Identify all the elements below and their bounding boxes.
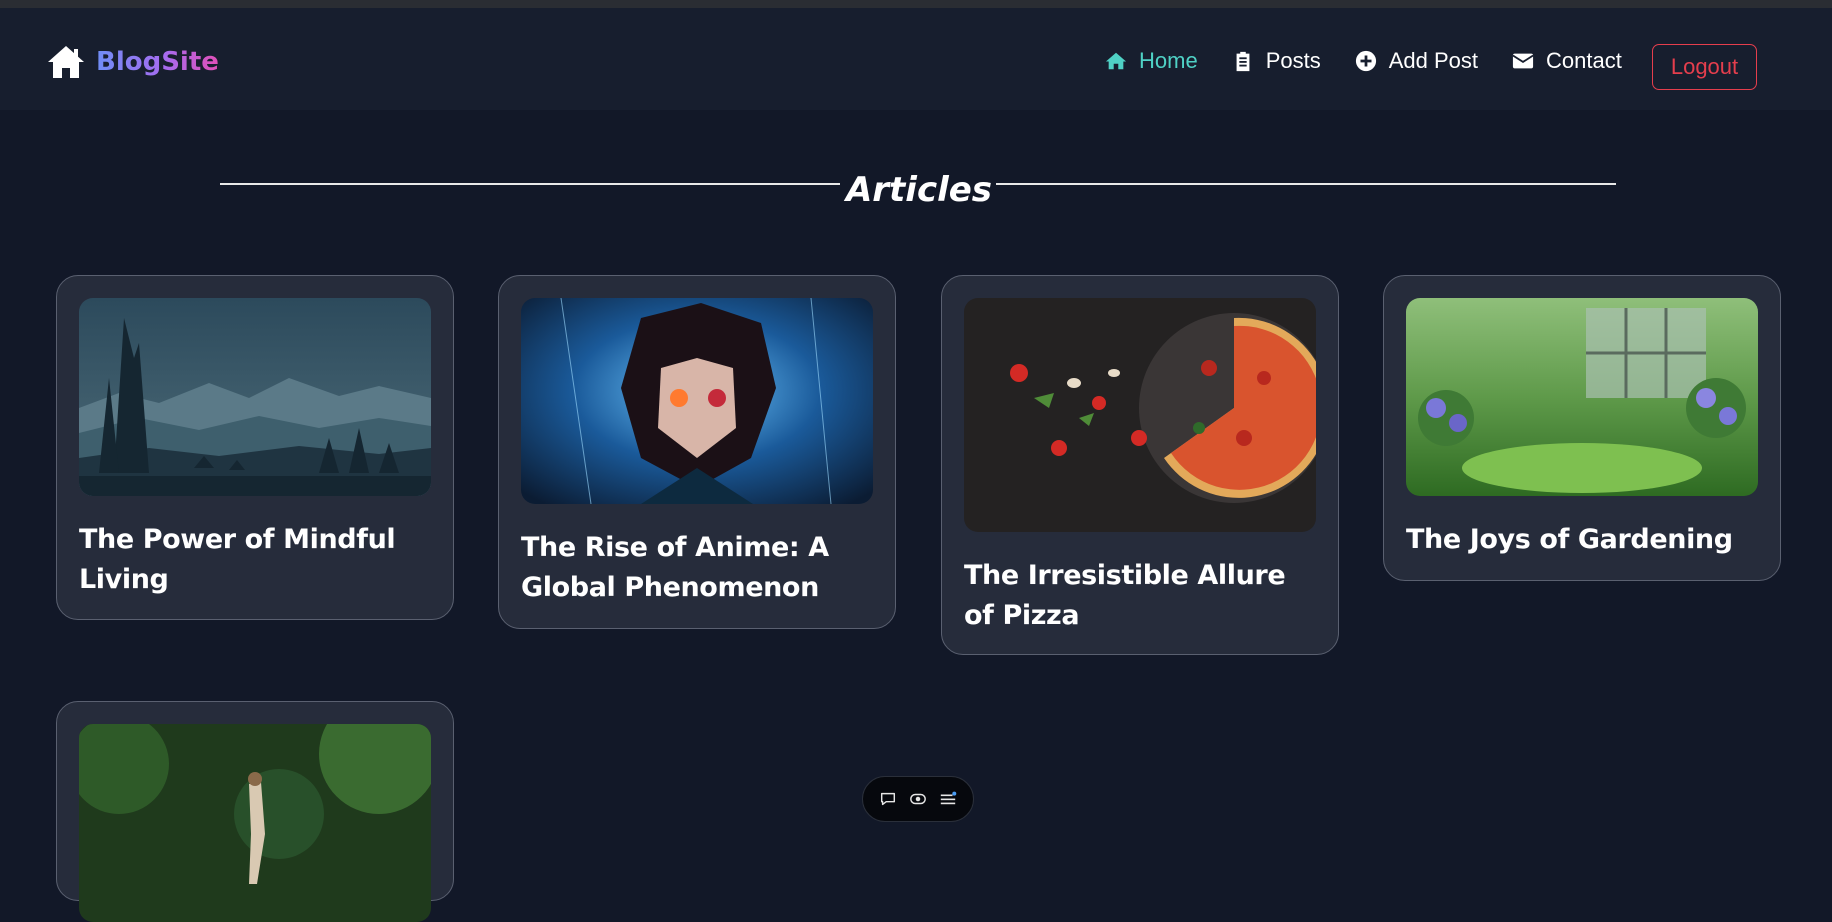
article-card[interactable]: The Power of Mindful Living [56, 275, 454, 620]
heading-divider-right [996, 183, 1616, 185]
brand-name: BlogSite [96, 47, 219, 77]
view-toggle-button[interactable] [907, 788, 929, 810]
forest-walk-image [79, 724, 431, 922]
article-card[interactable]: The Irresistible Allure of Pizza [941, 275, 1339, 655]
menu-icon [940, 791, 957, 805]
nav-label-add-post: Add Post [1388, 48, 1478, 73]
nav-item-posts[interactable]: Posts [1232, 44, 1321, 78]
clipboard-icon [1236, 51, 1250, 72]
anime-character-image [521, 298, 873, 504]
nav-label-contact: Contact [1546, 48, 1622, 73]
garden-image [1406, 298, 1758, 496]
article-title[interactable]: The Power of Mindful Living [79, 520, 431, 600]
nav-item-contact[interactable]: Contact [1512, 44, 1622, 78]
article-card[interactable]: The Joys of Gardening [1383, 275, 1781, 581]
comment-button[interactable] [877, 788, 899, 810]
plus-circle-icon [1355, 50, 1376, 72]
pizza-image [964, 298, 1316, 532]
comment-icon [880, 792, 896, 806]
nav-item-home[interactable]: Home [1105, 44, 1198, 78]
article-image[interactable] [1406, 298, 1758, 496]
article-title[interactable]: The Irresistible Allure of Pizza [964, 556, 1316, 636]
navbar: BlogSite Home Posts Add Post Contact Log… [0, 8, 1832, 110]
menu-button[interactable] [937, 788, 959, 810]
logout-button[interactable]: Logout [1652, 44, 1757, 90]
floating-toolbar [862, 776, 974, 822]
article-image[interactable] [964, 298, 1316, 532]
article-title[interactable]: The Rise of Anime: A Global Phenomenon [521, 528, 873, 608]
nav-label-home: Home [1139, 48, 1198, 73]
home-icon [48, 46, 84, 78]
window-top-strip [0, 0, 1832, 8]
article-card[interactable] [56, 701, 454, 922]
heading-divider-left [220, 183, 840, 185]
article-title[interactable]: The Joys of Gardening [1406, 520, 1758, 560]
article-image[interactable] [79, 724, 431, 922]
mountain-landscape-image [79, 298, 431, 496]
article-image[interactable] [521, 298, 873, 504]
eye-icon [910, 793, 926, 805]
home-icon [1105, 52, 1127, 70]
nav-label-posts: Posts [1265, 48, 1321, 73]
brand-logo[interactable]: BlogSite [46, 42, 219, 82]
article-image[interactable] [79, 298, 431, 496]
page-heading: Articles [845, 170, 993, 210]
article-card[interactable]: The Rise of Anime: A Global Phenomenon [498, 275, 896, 629]
nav-links: Home Posts Add Post Contact [1105, 44, 1656, 78]
envelope-icon [1512, 53, 1534, 69]
nav-item-add-post[interactable]: Add Post [1355, 44, 1478, 78]
